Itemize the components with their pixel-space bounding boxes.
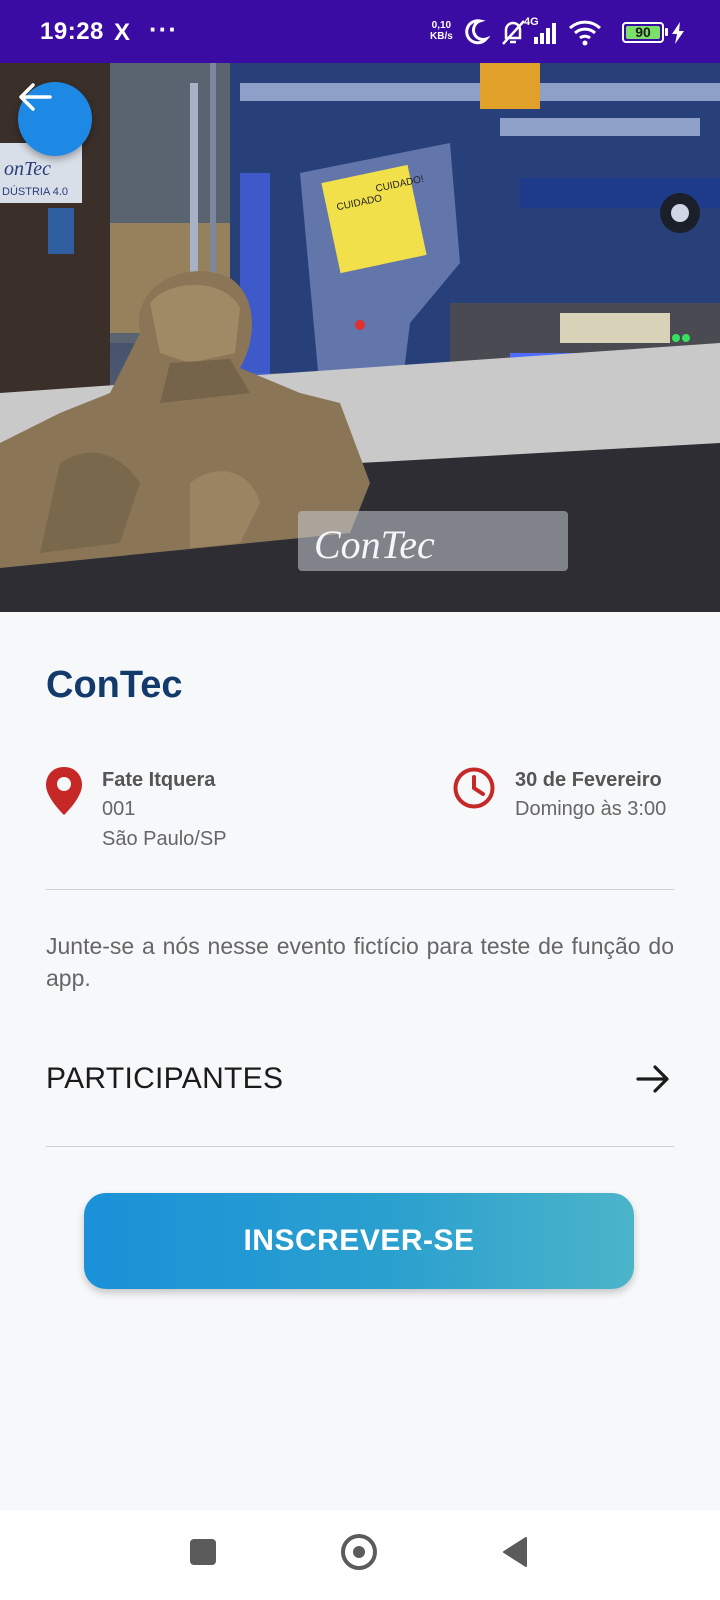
network-speed: 0,10 KB/s	[430, 20, 453, 42]
event-title: ConTec	[46, 664, 183, 706]
clock-icon	[453, 767, 495, 809]
participants-label: PARTICIPANTES	[46, 1062, 284, 1095]
location-name: Fate Itquera	[102, 769, 216, 791]
wifi-icon	[568, 20, 602, 46]
home-dot	[353, 1546, 365, 1558]
event-description: Junte-se a nós nesse evento fictício par…	[46, 933, 674, 991]
event-image: onTec DÚSTRIA 4.0 CUIDADO CUIDADO! ConTe…	[0, 63, 720, 612]
arrow-left-icon	[19, 83, 52, 111]
status-time: 19:28	[40, 18, 104, 45]
network-speed-unit: KB/s	[430, 31, 453, 42]
event-photo: onTec DÚSTRIA 4.0 CUIDADO CUIDADO! ConTe…	[0, 63, 720, 612]
home-circle-icon[interactable]	[341, 1534, 377, 1570]
svg-text:onTec: onTec	[4, 158, 51, 180]
more-notifications-icon: ···	[149, 14, 178, 44]
subscribe-button[interactable]: INSCREVER-SE	[84, 1193, 634, 1289]
location-city: São Paulo/SP	[102, 828, 227, 850]
map-pin-icon	[46, 767, 82, 815]
battery-icon: 90	[622, 22, 664, 43]
charging-icon	[672, 22, 684, 44]
x-app-icon: X	[114, 19, 131, 46]
participants-link[interactable]: PARTICIPANTES	[46, 1052, 674, 1108]
location-number: 001	[102, 798, 136, 820]
event-date: 30 de Fevereiro	[515, 769, 662, 791]
moon-icon	[465, 19, 490, 45]
status-bar: 19:28 X ··· 0,10 KB/s 4G 90	[0, 0, 720, 63]
network-speed-value: 0,10	[431, 20, 452, 31]
back-button[interactable]	[18, 82, 92, 156]
battery-tip	[665, 28, 668, 36]
arrow-right-icon	[636, 1065, 669, 1093]
system-nav-bar	[0, 1510, 720, 1600]
signal-icon	[534, 23, 556, 44]
svg-text:DÚSTRIA 4.0: DÚSTRIA 4.0	[2, 185, 68, 198]
divider	[46, 1146, 674, 1147]
battery-percent: 90	[635, 24, 651, 40]
recents-square-icon[interactable]	[190, 1539, 216, 1565]
nameplate-text: ConTec	[314, 522, 435, 567]
event-time: Domingo às 3:00	[515, 798, 667, 820]
back-triangle-icon[interactable]	[502, 1536, 528, 1568]
divider	[46, 889, 674, 890]
